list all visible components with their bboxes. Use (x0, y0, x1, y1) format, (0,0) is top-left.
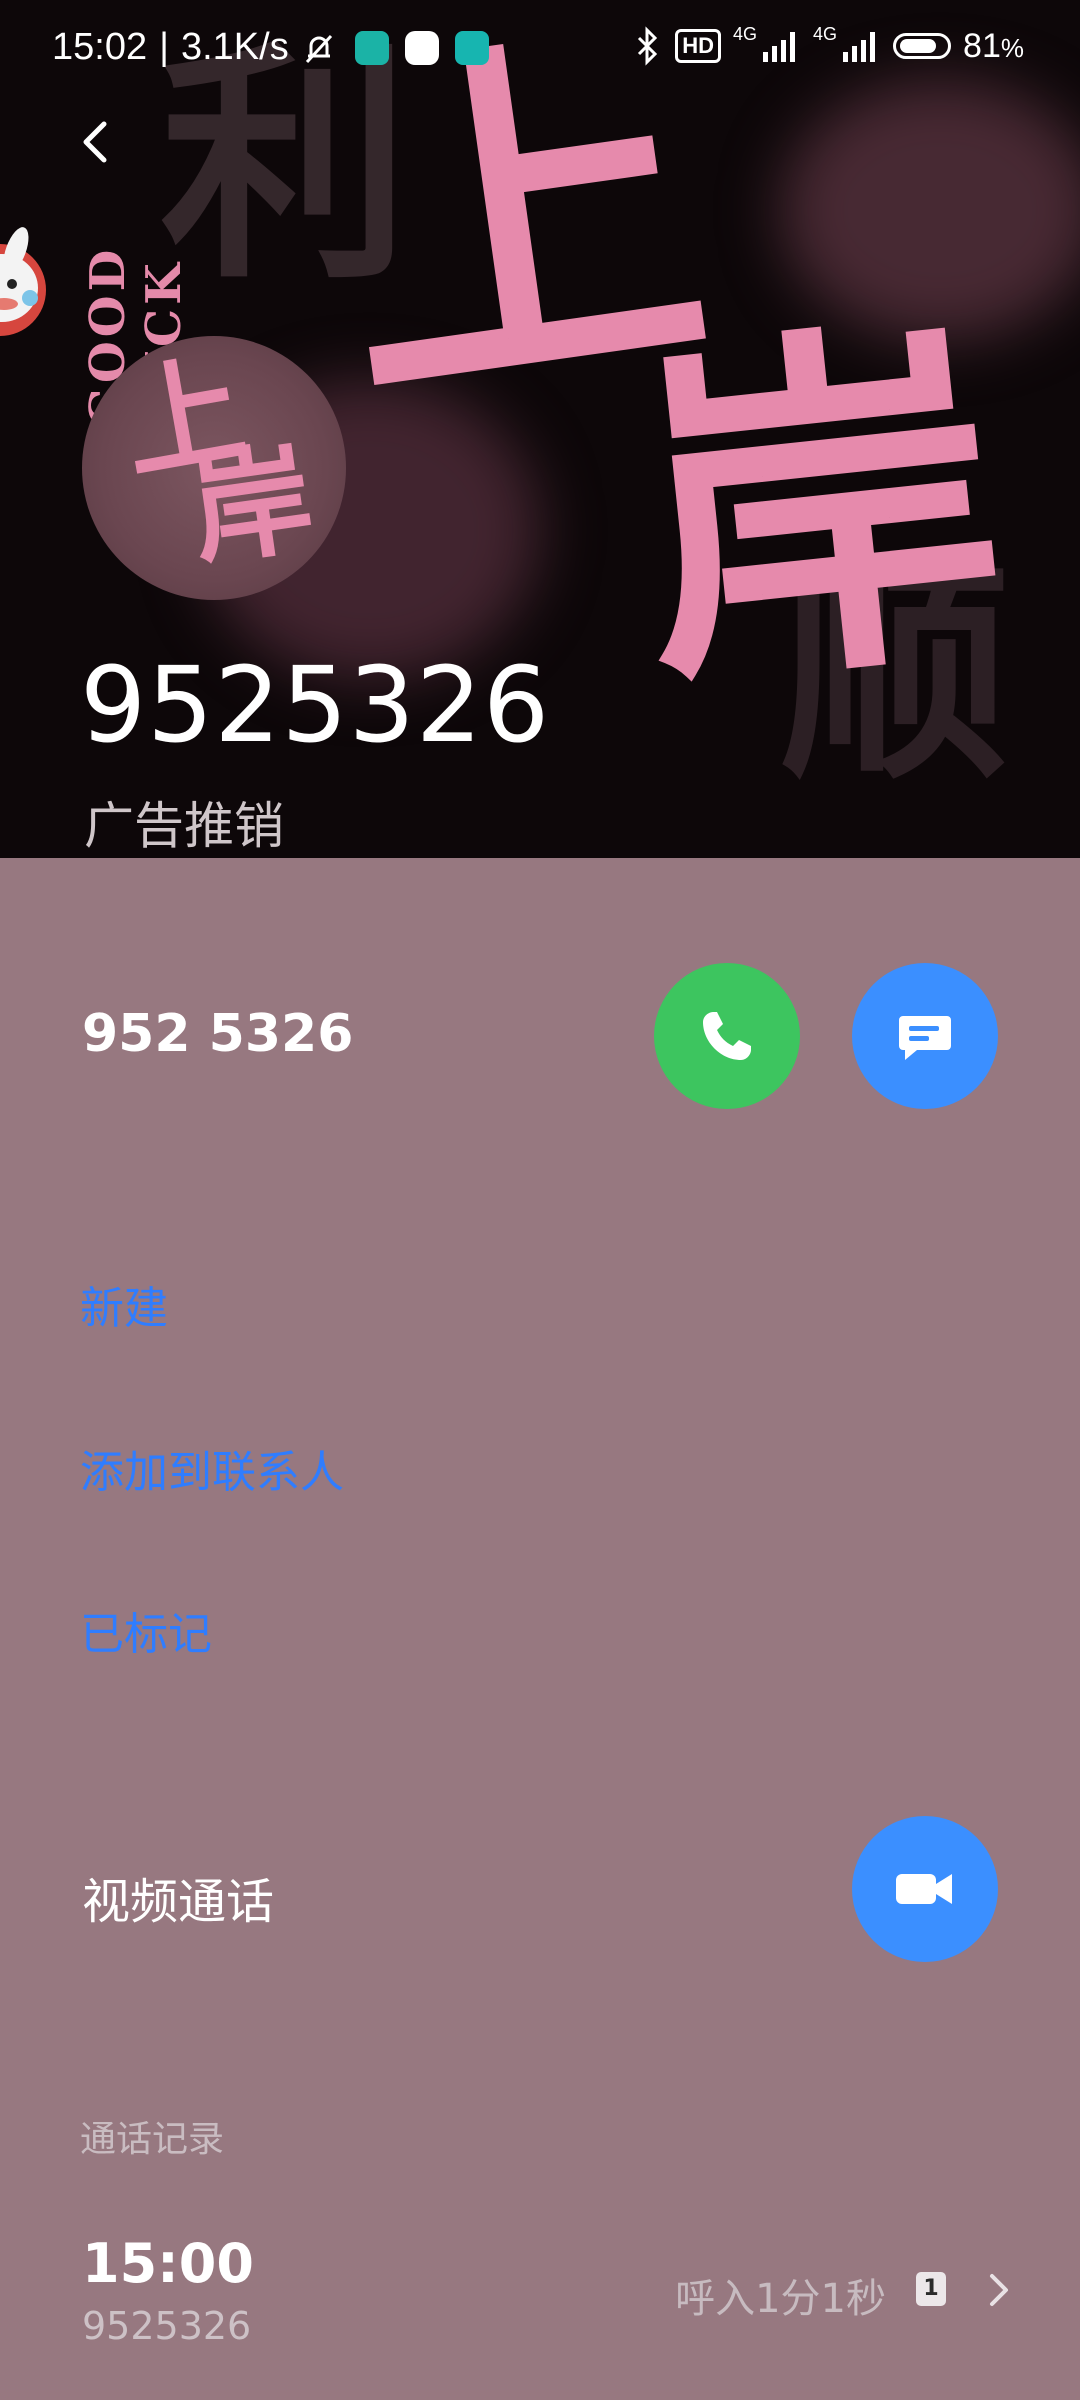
number-tag: 广告推销 (84, 797, 284, 855)
network-type-label: 4G (733, 23, 758, 44)
call-number: 9525326 (82, 2304, 252, 2348)
status-time: 15:02 (52, 26, 148, 68)
contact-header: 利 顺 GOOD LUCK 上 岸 上 岸 9525326 广告推销 (0, 0, 1080, 858)
call-type-duration: 呼入1分1秒 (675, 2276, 886, 2322)
chevron-left-icon[interactable] (66, 112, 126, 172)
add-to-contacts-link[interactable]: 添加到联系人 (80, 1436, 344, 1500)
video-call-button[interactable] (852, 1816, 998, 1962)
contact-number: 9525326 (80, 644, 551, 766)
network-type-label: 4G (813, 23, 838, 44)
number-row: 952 5326 (0, 858, 1080, 1218)
marked-link[interactable]: 已标记 (80, 1598, 212, 1662)
fitness-app-icon (354, 30, 389, 65)
message-icon (899, 1016, 951, 1060)
formatted-number[interactable]: 952 5326 (82, 1004, 353, 1064)
phone-icon (703, 1012, 751, 1060)
status-bar: 15:02 | 3.1K/s HD 4G 4G 81% (0, 0, 1080, 100)
battery-icon (893, 33, 952, 59)
hd-voice-badge: HD (675, 29, 722, 63)
browser-app-icon (404, 30, 439, 65)
status-separator: | (159, 26, 169, 68)
video-call-label: 视频通话 (82, 1874, 275, 1930)
taptap-app-icon (454, 30, 489, 65)
new-contact-link[interactable]: 新建 (80, 1272, 168, 1336)
bell-muted-icon (305, 34, 332, 63)
wallpaper-art-char: 岸 (618, 280, 1022, 739)
mascot-sticker-icon (0, 227, 46, 336)
call-history-header: 通话记录 (80, 2119, 225, 2160)
chevron-right-icon[interactable] (978, 2270, 1018, 2310)
signal-strength-icon (763, 32, 796, 62)
battery-percent: 81% (963, 26, 1024, 65)
video-camera-icon (896, 1874, 952, 1904)
signal-strength-icon (843, 32, 876, 62)
sim-card-badge: 1 (916, 2272, 946, 2306)
avatar: 上 岸 (82, 336, 346, 600)
battery-level (900, 39, 937, 53)
avatar-char: 岸 (182, 427, 322, 584)
message-button[interactable] (852, 963, 998, 1109)
call-history-row[interactable]: 15:00 9525326 呼入1分1秒 1 (0, 2220, 1080, 2380)
network-speed: 3.1K/s (180, 26, 289, 68)
call-button[interactable] (654, 963, 800, 1109)
bluetooth-icon (638, 26, 658, 66)
call-time: 15:00 (82, 2232, 254, 2295)
